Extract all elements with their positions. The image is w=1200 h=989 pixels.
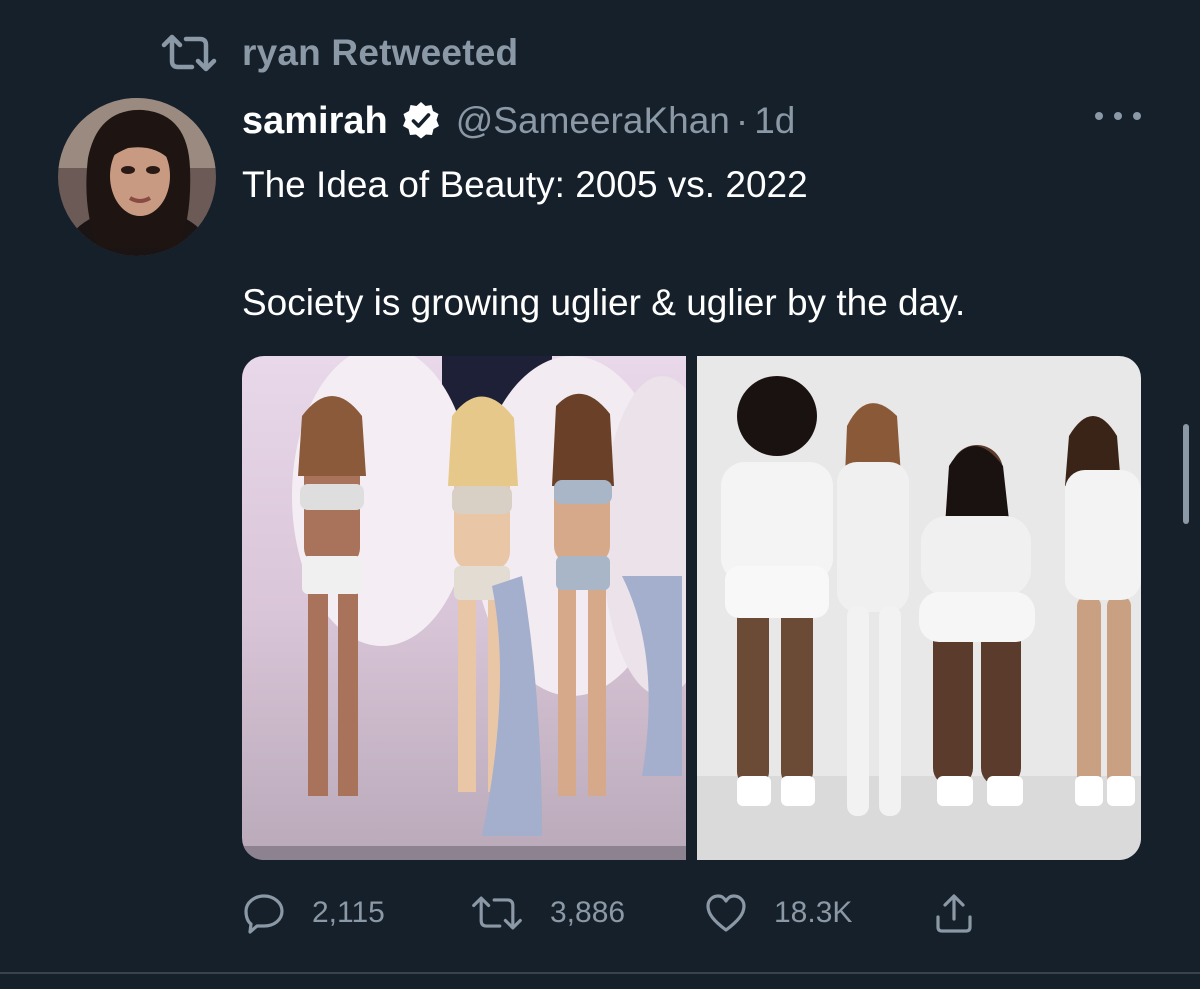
author-display-name[interactable]: samirah <box>242 100 388 143</box>
retweet-icon <box>161 34 217 72</box>
like-button[interactable]: 18.3K <box>704 888 852 938</box>
photo-2005-runway[interactable] <box>242 356 686 860</box>
tweet-text-line-1: The Idea of Beauty: 2005 vs. 2022 <box>242 164 808 205</box>
tweet-actions: 2,115 3,886 18.3K <box>242 888 1002 938</box>
reply-count: 2,115 <box>312 896 385 929</box>
tweet-text-line-2: Society is growing uglier & uglier by th… <box>242 282 966 323</box>
tweet-divider <box>0 972 1200 974</box>
reply-icon <box>244 894 284 934</box>
share-icon <box>936 894 972 933</box>
tweet-text: The Idea of Beauty: 2005 vs. 2022 Societ… <box>242 160 1162 328</box>
retweet-context[interactable]: ryan Retweeted <box>160 30 518 76</box>
more-options-icon[interactable] <box>1095 104 1141 128</box>
tweet-header: samirah @SameeraKhan · 1d <box>242 96 795 146</box>
media-divider <box>686 356 697 860</box>
retweet-icon <box>472 896 522 930</box>
author-handle[interactable]: @SameeraKhan <box>456 100 730 142</box>
share-button[interactable] <box>932 888 976 938</box>
retweet-count: 3,886 <box>550 896 626 929</box>
photo-2022-models[interactable] <box>697 356 1141 860</box>
retweet-button[interactable]: 3,886 <box>470 888 625 938</box>
separator-dot: · <box>735 100 749 141</box>
tweet-timestamp[interactable]: 1d <box>754 100 795 142</box>
image-icon <box>242 356 686 860</box>
avatar[interactable] <box>58 98 216 256</box>
avatar-photo <box>58 98 216 256</box>
tweet-media <box>242 356 1141 860</box>
reply-button[interactable]: 2,115 <box>242 888 385 938</box>
image-icon <box>697 356 1141 860</box>
verified-badge-icon <box>402 102 439 139</box>
retweet-label[interactable]: ryan Retweeted <box>242 32 518 74</box>
heart-icon <box>706 894 746 932</box>
like-count: 18.3K <box>774 896 853 929</box>
scrollbar[interactable] <box>1183 424 1189 524</box>
